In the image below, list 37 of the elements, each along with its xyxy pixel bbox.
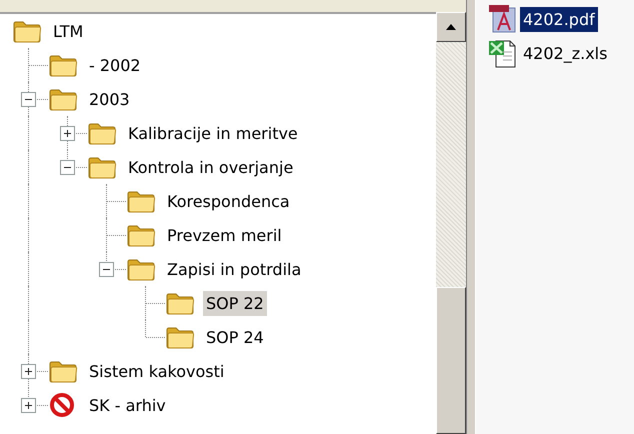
- expander-box[interactable]: [60, 160, 75, 175]
- folder-icon: [165, 291, 195, 315]
- expander-box[interactable]: [60, 126, 75, 141]
- folder-icon: [165, 325, 195, 349]
- scrollbar-thumb[interactable]: [436, 287, 466, 434]
- folder-icon: [126, 223, 156, 247]
- folder-icon: [48, 53, 78, 77]
- folder-label[interactable]: Kontrola in overjanje: [125, 154, 296, 180]
- folder-icon: [126, 257, 156, 281]
- scroll-up-button[interactable]: [436, 12, 466, 42]
- folder-icon: [126, 189, 156, 213]
- spreadsheet-file-icon: [488, 38, 518, 68]
- folder-icon: [87, 121, 117, 145]
- folder-icon: [48, 87, 78, 111]
- folder-label[interactable]: SK - arhiv: [86, 392, 169, 418]
- folder-label[interactable]: 2003: [86, 86, 133, 112]
- folder-label[interactable]: SOP 24: [203, 324, 267, 350]
- expander-box[interactable]: [99, 262, 114, 277]
- folder-label[interactable]: SOP 22: [203, 290, 267, 316]
- file-name[interactable]: 4202.pdf: [520, 6, 598, 32]
- folder-label[interactable]: - 2002: [86, 52, 144, 78]
- folder-label[interactable]: Prevzem meril: [164, 222, 285, 248]
- up-arrow-icon: [446, 24, 456, 30]
- pane-splitter[interactable]: [466, 0, 476, 434]
- folder-icon: [87, 155, 117, 179]
- file-name[interactable]: 4202_z.xls: [520, 40, 610, 66]
- folder-label[interactable]: LTM: [50, 18, 86, 44]
- folder-label[interactable]: Zapisi in potrdila: [164, 256, 304, 282]
- expander-box[interactable]: [21, 364, 36, 379]
- expander-box[interactable]: [21, 92, 36, 107]
- folder-icon: [48, 359, 78, 383]
- expander-box[interactable]: [21, 398, 36, 413]
- folder-icon: [12, 19, 42, 43]
- pdf-file-icon: [488, 4, 518, 34]
- folder-label[interactable]: Kalibracije in meritve: [125, 120, 301, 146]
- folder-label[interactable]: Korespondenca: [164, 188, 293, 214]
- folder-label[interactable]: Sistem kakovosti: [86, 358, 228, 384]
